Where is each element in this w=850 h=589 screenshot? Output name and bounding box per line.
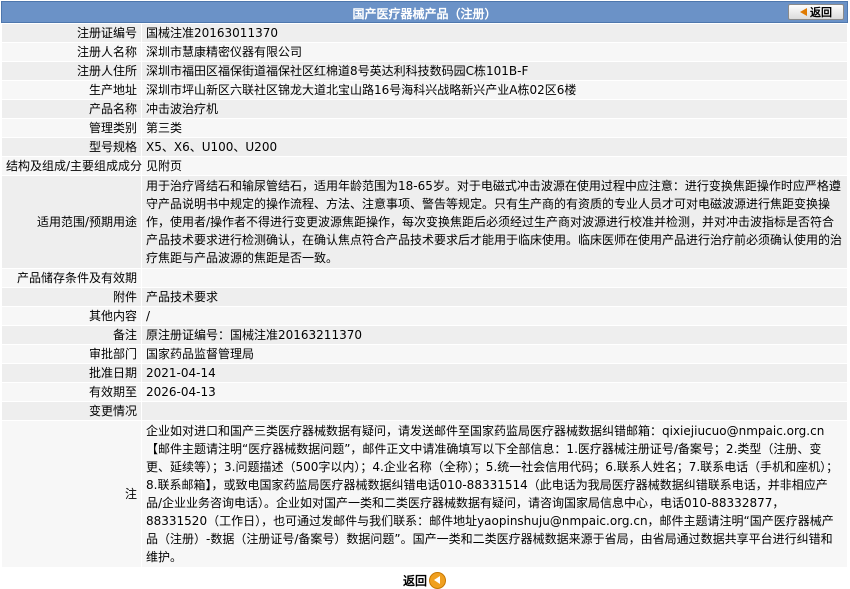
field-value: 原注册证编号：国械注准20163211370 — [141, 325, 848, 345]
field-label: 型号规格 — [1, 137, 142, 157]
table-row: 审批部门 国家药品监督管理局 — [1, 344, 848, 364]
field-value — [141, 401, 848, 421]
field-value: 深圳市坪山新区六联社区锦龙大道北宝山路16号海科兴战略新兴产业A栋02区6楼 — [141, 80, 848, 100]
field-label: 批准日期 — [1, 363, 142, 383]
field-value: 用于治疗肾结石和输尿管结石，适用年龄范围为18-65岁。对于电磁式冲击波源在使用… — [141, 175, 848, 269]
field-value: 见附页 — [141, 156, 848, 176]
field-value: 2026-04-13 — [141, 382, 848, 402]
table-row: 其他内容 / — [1, 306, 848, 326]
table-row: 型号规格 X5、X6、U100、U200 — [1, 137, 848, 157]
table-row: 有效期至 2026-04-13 — [1, 382, 848, 402]
field-value: / — [141, 306, 848, 326]
field-value: 2021-04-14 — [141, 363, 848, 383]
field-label: 注册证编号 — [1, 23, 142, 43]
table-row: 生产地址 深圳市坪山新区六联社区锦龙大道北宝山路16号海科兴战略新兴产业A栋02区… — [1, 80, 848, 100]
back-arrow-icon — [800, 8, 807, 16]
field-label: 产品储存条件及有效期 — [1, 268, 142, 288]
field-label: 注册人名称 — [1, 42, 142, 62]
field-value: 冲击波治疗机 — [141, 99, 848, 119]
field-label: 注 — [1, 420, 142, 568]
field-label: 结构及组成/主要组成成分 — [1, 156, 142, 176]
table-row: 产品名称 冲击波治疗机 — [1, 99, 848, 119]
field-value — [141, 268, 848, 288]
table-row: 注册人名称 深圳市慧康精密仪器有限公司 — [1, 42, 848, 62]
field-label: 变更情况 — [1, 401, 142, 421]
table-row: 适用范围/预期用途 用于治疗肾结石和输尿管结石，适用年龄范围为18-65岁。对于电… — [1, 175, 848, 269]
back-button-bottom[interactable]: 返回 — [403, 572, 446, 589]
field-label: 注册人住所 — [1, 61, 142, 81]
table-row: 产品储存条件及有效期 — [1, 268, 848, 288]
field-label: 备注 — [1, 325, 142, 345]
table-row: 注册证编号 国械注准20163011370 — [1, 23, 848, 43]
footer: 返回 — [1, 568, 848, 589]
field-label: 附件 — [1, 287, 142, 307]
field-value: X5、X6、U100、U200 — [141, 137, 848, 157]
field-value: 国家药品监督管理局 — [141, 344, 848, 364]
back-button-top[interactable]: 返回 — [788, 4, 844, 20]
title-bar: 国产医疗器械产品（注册） 返回 — [1, 1, 848, 23]
field-value: 企业如对进口和国产三类医疗器械数据有疑问，请发送邮件至国家药监局医疗器械数据纠错… — [141, 420, 848, 568]
field-label: 产品名称 — [1, 99, 142, 119]
table-row: 附件 产品技术要求 — [1, 287, 848, 307]
back-button-top-label: 返回 — [810, 6, 832, 19]
field-label: 审批部门 — [1, 344, 142, 364]
table-row: 管理类别 第三类 — [1, 118, 848, 138]
field-label: 适用范围/预期用途 — [1, 175, 142, 269]
detail-table: 注册证编号 国械注准20163011370 注册人名称 深圳市慧康精密仪器有限公司 注册… — [1, 23, 848, 568]
back-circle-icon — [429, 572, 446, 589]
table-row: 注册人住所 深圳市福田区福保街道福保社区红棉道8号英达利科技数码园C栋101B-F — [1, 61, 848, 81]
field-label: 管理类别 — [1, 118, 142, 138]
field-value: 深圳市福田区福保街道福保社区红棉道8号英达利科技数码园C栋101B-F — [141, 61, 848, 81]
table-row: 注企业如对进口和国产三类医疗器械数据有疑问，请发送邮件至国家药监局医疗器械数据纠… — [1, 420, 848, 568]
field-value: 深圳市慧康精密仪器有限公司 — [141, 42, 848, 62]
field-value: 国械注准20163011370 — [141, 23, 848, 43]
table-row: 变更情况 — [1, 401, 848, 421]
field-value: 第三类 — [141, 118, 848, 138]
field-label: 生产地址 — [1, 80, 142, 100]
detail-page: 国产医疗器械产品（注册） 返回 注册证编号 国械注准20163011370 注册人名… — [1, 1, 848, 589]
page-title: 国产医疗器械产品（注册） — [352, 7, 497, 21]
field-label: 其他内容 — [1, 306, 142, 326]
back-button-bottom-label: 返回 — [402, 574, 427, 588]
table-row: 结构及组成/主要组成成分 见附页 — [1, 156, 848, 176]
table-row: 备注 原注册证编号：国械注准20163211370 — [1, 325, 848, 345]
field-value: 产品技术要求 — [141, 287, 848, 307]
field-label: 有效期至 — [1, 382, 142, 402]
table-row: 批准日期 2021-04-14 — [1, 363, 848, 383]
